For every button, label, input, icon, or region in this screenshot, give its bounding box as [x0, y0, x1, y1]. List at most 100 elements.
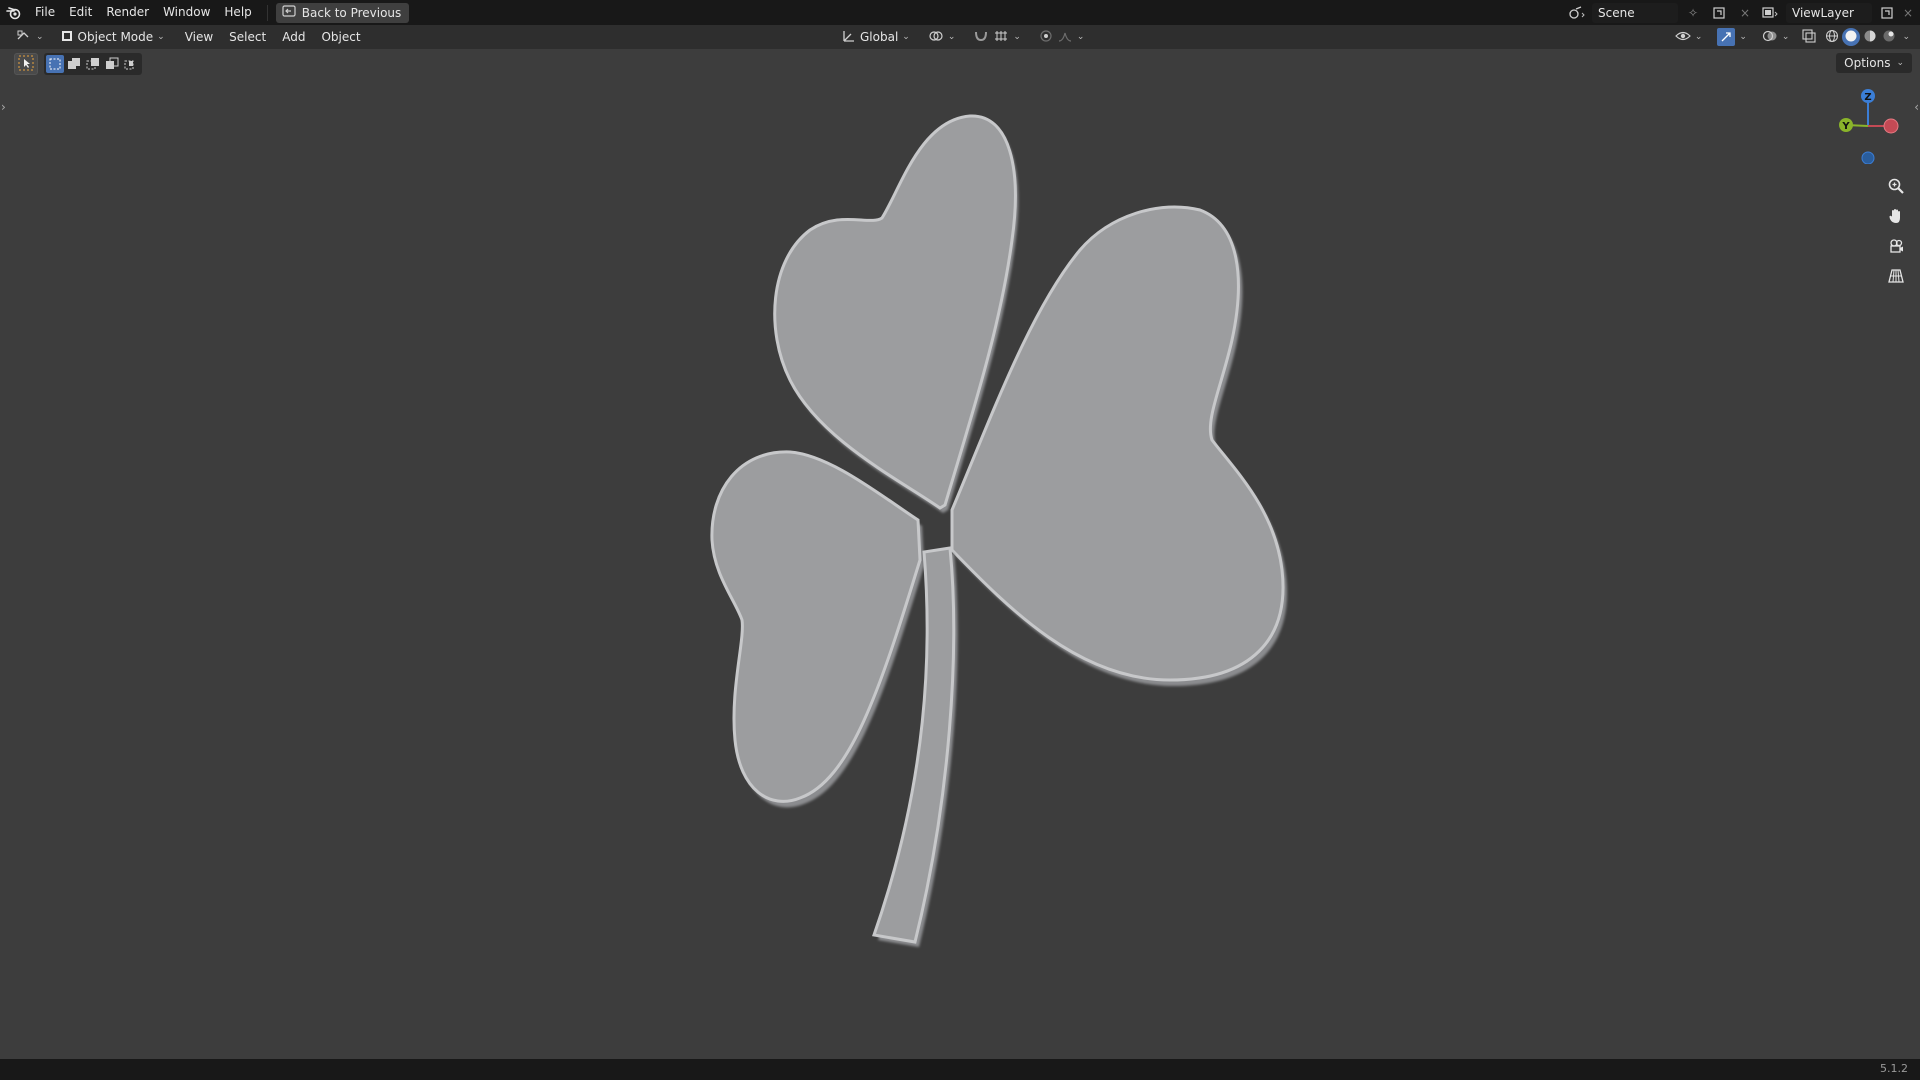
wireframe-icon [1825, 29, 1839, 46]
snap-dropdown[interactable]: ⌄ [967, 27, 1027, 47]
select-new-button[interactable] [46, 55, 64, 73]
overlay-dropdown[interactable]: ⌄ [1755, 27, 1796, 47]
options-label: Options [1844, 56, 1891, 70]
mode-label: Object Mode [77, 30, 154, 44]
select-cursor-icon [18, 55, 34, 74]
chevron-down-icon: ⌄ [1694, 32, 1703, 42]
pivot-icon [928, 29, 944, 46]
menu-add[interactable]: Add [274, 26, 313, 48]
select-extend-button[interactable] [65, 55, 83, 73]
orientation-icon [842, 29, 856, 46]
close-view-layer-icon[interactable]: × [1902, 3, 1914, 23]
mode-dropdown[interactable]: Object Mode ⌄ [53, 27, 171, 47]
chevron-down-icon: ⌄ [1739, 32, 1747, 42]
negative-z-handle[interactable] [1861, 151, 1875, 165]
perspective-toggle-button[interactable] [1882, 265, 1910, 289]
3d-viewport[interactable] [0, 49, 1920, 1059]
menu-render[interactable]: Render [99, 0, 156, 25]
wireframe-shading-button[interactable] [1823, 28, 1841, 46]
menu-edit[interactable]: Edit [62, 0, 99, 25]
orientation-dropdown[interactable]: Global ⌄ [836, 27, 916, 47]
menu-window[interactable]: Window [156, 0, 217, 25]
object-mode-icon [60, 29, 74, 46]
toolbar-expand-icon[interactable]: › [1, 100, 6, 114]
gizmo-dropdown[interactable]: ⌄ [1711, 27, 1753, 47]
select-invert-icon [106, 57, 119, 69]
select-intersect-icon [124, 60, 134, 70]
solid-shading-button[interactable] [1842, 28, 1861, 46]
select-tool-button[interactable] [14, 53, 38, 75]
menu-help[interactable]: Help [217, 0, 258, 25]
proportional-dropdown[interactable]: ⌄ [1032, 27, 1091, 47]
back-icon [282, 5, 296, 20]
menu-object[interactable]: Object [313, 26, 368, 48]
chevron-down-icon: ⌄ [947, 32, 956, 42]
sidebar-expand-icon[interactable]: ‹ [1914, 100, 1919, 114]
camera-view-button[interactable] [1882, 235, 1910, 259]
proportional-icon [1039, 29, 1053, 46]
scene-name: Scene [1598, 5, 1635, 20]
menu-file[interactable]: File [28, 0, 62, 25]
pin-icon[interactable]: ✧ [1682, 3, 1704, 23]
solid-icon [1844, 29, 1858, 46]
scene-type-icon[interactable] [1566, 3, 1588, 23]
status-bar: 5.1.2 [0, 1059, 1920, 1080]
chevron-down-icon: ⌄ [1013, 32, 1021, 42]
editor-type-icon [16, 29, 32, 46]
xray-toggle[interactable] [1798, 27, 1820, 47]
select-intersect-button[interactable] [122, 55, 140, 73]
editor-type-dropdown[interactable]: ⌄ [10, 27, 50, 47]
scene-name-field[interactable]: Scene [1592, 2, 1678, 23]
chevron-down-icon: ⌄ [902, 32, 910, 42]
zoom-button[interactable] [1882, 175, 1910, 199]
select-subtract-icon [86, 58, 99, 70]
menu-select[interactable]: Select [221, 26, 274, 48]
options-dropdown[interactable]: Options ⌄ [1836, 53, 1912, 73]
rendered-shading-button[interactable] [1880, 28, 1898, 46]
navigation-gizmo[interactable]: Z Y [1830, 84, 1910, 165]
select-extend-icon [68, 58, 80, 69]
tool-row [14, 53, 142, 75]
chevron-down-icon: ⌄ [36, 32, 44, 42]
visibility-icon [1674, 29, 1691, 46]
gizmo-icon [1717, 28, 1736, 46]
z-axis-label: Z [1864, 92, 1871, 103]
close-scene-icon[interactable]: × [1734, 3, 1756, 23]
chevron-down-icon: ⌄ [1781, 32, 1790, 42]
view-layer-type-icon[interactable] [1760, 3, 1782, 23]
chevron-down-icon[interactable]: ⌄ [1902, 32, 1910, 42]
falloff-icon [1057, 29, 1073, 46]
chevron-down-icon: ⌄ [157, 32, 165, 42]
workspace-selectors: Scene ✧ × ViewLayer × [1566, 0, 1920, 25]
viewport-display-settings: ⌄ ⌄ ⌄ ⌄ [1668, 25, 1910, 49]
shamrock-mesh [710, 114, 1288, 947]
select-new-icon [49, 58, 61, 70]
menu-view[interactable]: View [177, 26, 221, 48]
x-axis-handle[interactable] [1883, 118, 1899, 134]
view-layer-name: ViewLayer [1792, 5, 1854, 20]
menu-divider [266, 4, 268, 21]
camera-icon [1887, 237, 1905, 258]
pan-button[interactable] [1882, 205, 1910, 229]
visibility-dropdown[interactable]: ⌄ [1668, 27, 1709, 47]
material-shading-button[interactable] [1861, 28, 1879, 46]
selection-mode-group [44, 53, 142, 75]
new-view-layer-icon[interactable] [1876, 3, 1898, 23]
back-to-previous-button[interactable]: Back to Previous [275, 2, 410, 23]
grid-icon [1887, 267, 1905, 288]
left-leaf [710, 450, 922, 803]
blender-logo-icon[interactable] [0, 0, 28, 25]
hand-icon [1887, 207, 1905, 228]
select-invert-button[interactable] [103, 55, 121, 73]
select-subtract-button[interactable] [84, 55, 102, 73]
chevron-down-icon: ⌄ [1076, 32, 1085, 42]
pivot-dropdown[interactable]: ⌄ [921, 27, 962, 47]
shamrock-object[interactable] [0, 49, 1920, 1059]
view-layer-field[interactable]: ViewLayer [1786, 2, 1872, 23]
viewport-header: ⌄ Object Mode ⌄ View Select Add Object G… [0, 25, 1920, 49]
xray-icon [1802, 28, 1817, 46]
orientation-label: Global [860, 30, 899, 44]
navigation-tools [1882, 175, 1910, 289]
top-menu-bar: File Edit Render Window Help Back to Pre… [0, 0, 1920, 25]
new-scene-icon[interactable] [1708, 3, 1730, 23]
